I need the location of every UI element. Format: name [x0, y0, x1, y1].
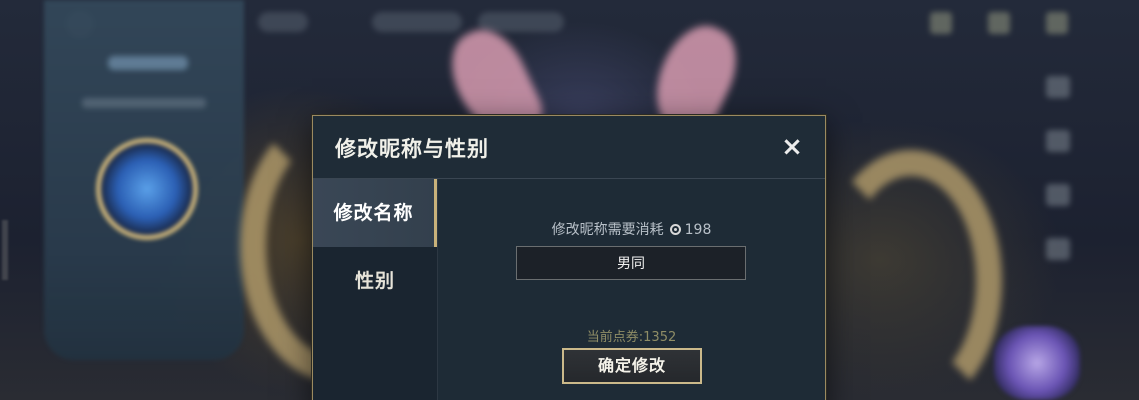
tab-gender[interactable]: 性别: [313, 247, 437, 315]
rename-dialog: 修改昵称与性别 × 修改名称 性别 修改昵称需要消耗 198 男同 当前点券:13…: [312, 115, 826, 400]
side-menu-icon[interactable]: [1046, 238, 1070, 260]
rank-emblem[interactable]: [994, 326, 1080, 400]
coupon-balance: 当前点券:1352: [586, 330, 677, 345]
avatar[interactable]: [96, 138, 198, 240]
close-icon[interactable]: ×: [779, 134, 805, 160]
top-tab-blurred[interactable]: [372, 12, 462, 32]
side-menu-icon[interactable]: [1046, 76, 1070, 98]
cost-amount: 198: [684, 222, 712, 238]
nickname-input[interactable]: 男同: [516, 246, 746, 280]
side-menu-icon[interactable]: [1046, 130, 1070, 152]
dialog-title: 修改昵称与性别: [335, 137, 489, 161]
rename-cost-line: 修改昵称需要消耗 198: [438, 219, 825, 239]
side-menu-icon[interactable]: [1046, 184, 1070, 206]
game-background: 修改昵称与性别 × 修改名称 性别 修改昵称需要消耗 198 男同 当前点券:13…: [0, 0, 1139, 400]
coupon-icon: [669, 224, 681, 235]
top-tab-blurred[interactable]: [478, 12, 564, 32]
top-icon-blurred[interactable]: [930, 12, 952, 34]
confirm-button[interactable]: 确定修改: [562, 348, 702, 384]
decor-arc: [820, 150, 1002, 400]
tab-rename[interactable]: 修改名称: [313, 179, 437, 247]
settings-icon[interactable]: [1046, 12, 1068, 34]
cost-label: 修改昵称需要消耗: [551, 222, 664, 238]
top-tab-blurred[interactable]: [258, 12, 308, 32]
player-level-bar: [82, 98, 206, 108]
dialog-content: 修改昵称需要消耗 198 男同 当前点券:1352 确定修改: [438, 179, 825, 400]
dialog-header: 修改昵称与性别 ×: [313, 116, 825, 179]
side-watermark: [2, 220, 8, 280]
dialog-sidebar: 修改名称 性别: [313, 179, 438, 400]
player-name-blurred: [108, 56, 188, 70]
mail-icon[interactable]: [988, 12, 1010, 34]
